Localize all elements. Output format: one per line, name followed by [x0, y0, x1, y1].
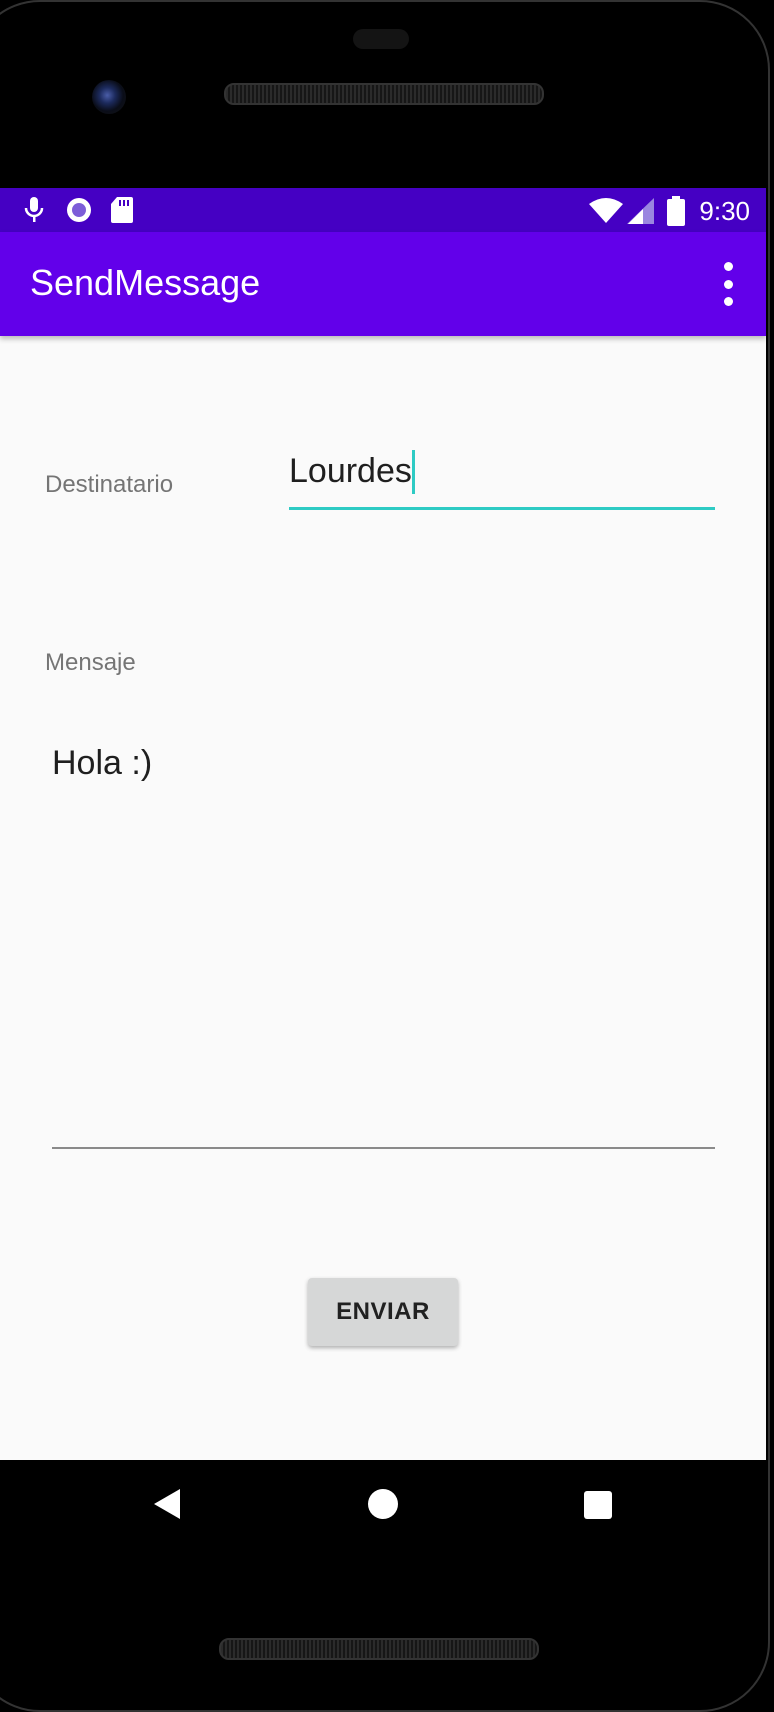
recipient-field[interactable]: Lourdes	[289, 450, 715, 510]
media-icon	[67, 198, 91, 222]
message-label: Mensaje	[45, 649, 136, 676]
more-vert-icon[interactable]	[716, 262, 740, 306]
status-clock: 9:30	[699, 196, 750, 226]
front-camera	[92, 80, 126, 114]
message-value: Hola :)	[52, 744, 153, 782]
text-cursor	[411, 450, 415, 494]
home-icon[interactable]	[368, 1489, 398, 1519]
proximity-sensor	[353, 29, 409, 49]
recipient-value-wrap: Lourdes	[289, 450, 415, 494]
phone-device: 9:30 SendMessage Destinatario Lourdes Me…	[0, 0, 774, 1712]
recents-icon[interactable]	[584, 1491, 612, 1519]
cell-signal-icon	[627, 198, 654, 224]
earpiece-speaker	[224, 83, 544, 105]
app-bar: SendMessage	[0, 232, 766, 336]
status-bar: 9:30	[0, 188, 766, 232]
app-screen: 9:30 SendMessage Destinatario Lourdes Me…	[0, 188, 766, 1460]
message-field[interactable]: Hola :)	[52, 743, 715, 1149]
back-icon[interactable]	[152, 1488, 182, 1520]
recipient-label: Destinatario	[45, 471, 174, 498]
wifi-icon	[589, 198, 623, 223]
app-title: SendMessage	[30, 262, 261, 303]
battery-icon	[667, 196, 685, 226]
sd-card-icon	[111, 197, 133, 223]
send-button[interactable]: ENVIAR	[308, 1278, 458, 1346]
bottom-speaker	[219, 1638, 539, 1660]
recipient-value: Lourdes	[289, 452, 412, 490]
mic-icon	[24, 197, 44, 222]
